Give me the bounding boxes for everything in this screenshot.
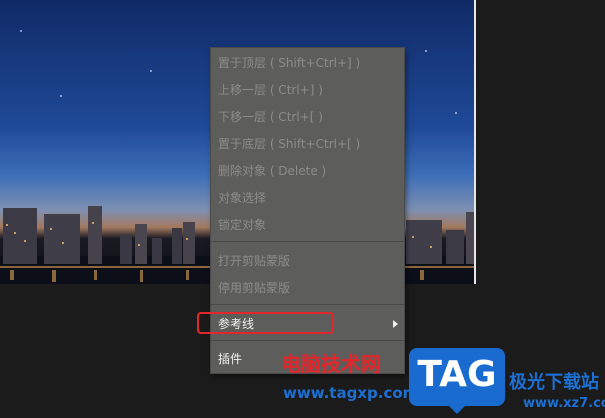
highlight-box bbox=[197, 312, 334, 334]
menu-item-bring-to-front[interactable]: 置于顶层 ( Shift+Ctrl+] ) bbox=[211, 50, 404, 76]
menu-item-select-object[interactable]: 对象选择 bbox=[211, 185, 404, 211]
watermark: 电脑技术网 www.tagxp.com TAG 极光下载站 www.xz7.co… bbox=[279, 346, 605, 418]
menu-item-disable-clipping-mask[interactable]: 停用剪贴蒙版 bbox=[211, 275, 404, 301]
menu-item-open-clipping-mask[interactable]: 打开剪贴蒙版 bbox=[211, 248, 404, 274]
watermark-right-name: 极光下载站 bbox=[509, 372, 599, 393]
watermark-tag-logo: TAG bbox=[409, 348, 505, 414]
watermark-badge-text: TAG bbox=[417, 354, 497, 395]
canvas-edge bbox=[474, 0, 476, 284]
watermark-site-url: www.tagxp.com bbox=[283, 384, 419, 402]
menu-separator bbox=[211, 241, 404, 242]
menu-item-send-backward[interactable]: 下移一层 ( Ctrl+[ ) bbox=[211, 104, 404, 130]
menu-separator bbox=[211, 304, 404, 305]
menu-item-delete-object[interactable]: 删除对象 ( Delete ) bbox=[211, 158, 404, 184]
watermark-right-url: www.xz7.com bbox=[523, 396, 605, 411]
menu-item-lock-object[interactable]: 锁定对象 bbox=[211, 212, 404, 238]
menu-item-bring-forward[interactable]: 上移一层 ( Ctrl+] ) bbox=[211, 77, 404, 103]
watermark-site-name: 电脑技术网 bbox=[281, 352, 381, 376]
menu-item-send-to-back[interactable]: 置于底层 ( Shift+Ctrl+[ ) bbox=[211, 131, 404, 157]
submenu-arrow-icon bbox=[393, 320, 398, 328]
menu-separator bbox=[211, 340, 404, 341]
watermark-badge-tail bbox=[449, 406, 465, 414]
